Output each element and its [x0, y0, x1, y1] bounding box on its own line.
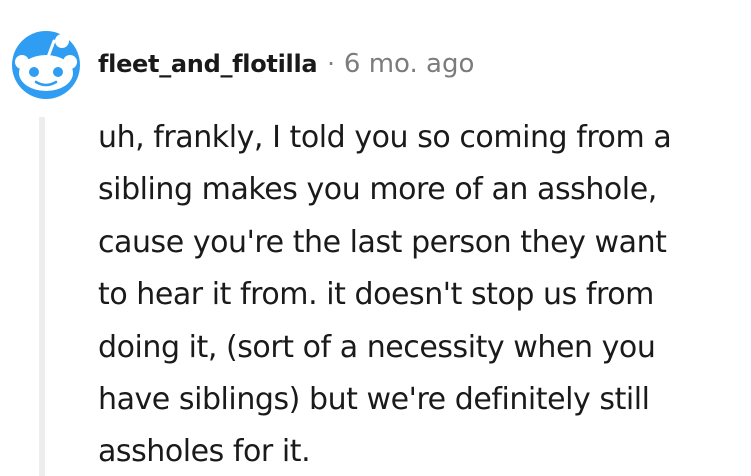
user-avatar[interactable] [10, 29, 82, 101]
meta-separator: · [327, 50, 335, 78]
comment: fleet_and_flotilla · 6 mo. ago uh, frank… [0, 0, 751, 476]
comment-header: fleet_and_flotilla · 6 mo. ago [98, 44, 474, 84]
comment-body-line: sibling makes you more of an asshole, [98, 172, 657, 208]
thread-collapse-line[interactable] [39, 117, 45, 476]
comment-body-line: assholes for it. [98, 434, 311, 470]
comment-body: uh, frankly, I told you so coming from a… [98, 112, 748, 476]
comment-body-line: cause you're the last person they want [98, 224, 667, 260]
comment-author-link[interactable]: fleet_and_flotilla [98, 50, 318, 78]
reddit-snoo-avatar-icon [12, 31, 80, 99]
comment-body-line: doing it, (sort of a necessity when you [98, 329, 656, 365]
comment-timestamp-link[interactable]: 6 mo. ago [344, 49, 474, 79]
comment-body-line: uh, frankly, I told you so coming from a [98, 120, 672, 155]
comment-body-line: have siblings) but we're definitely stil… [98, 382, 650, 418]
comment-body-line: to hear it from. it doesn't stop us from [98, 277, 654, 313]
